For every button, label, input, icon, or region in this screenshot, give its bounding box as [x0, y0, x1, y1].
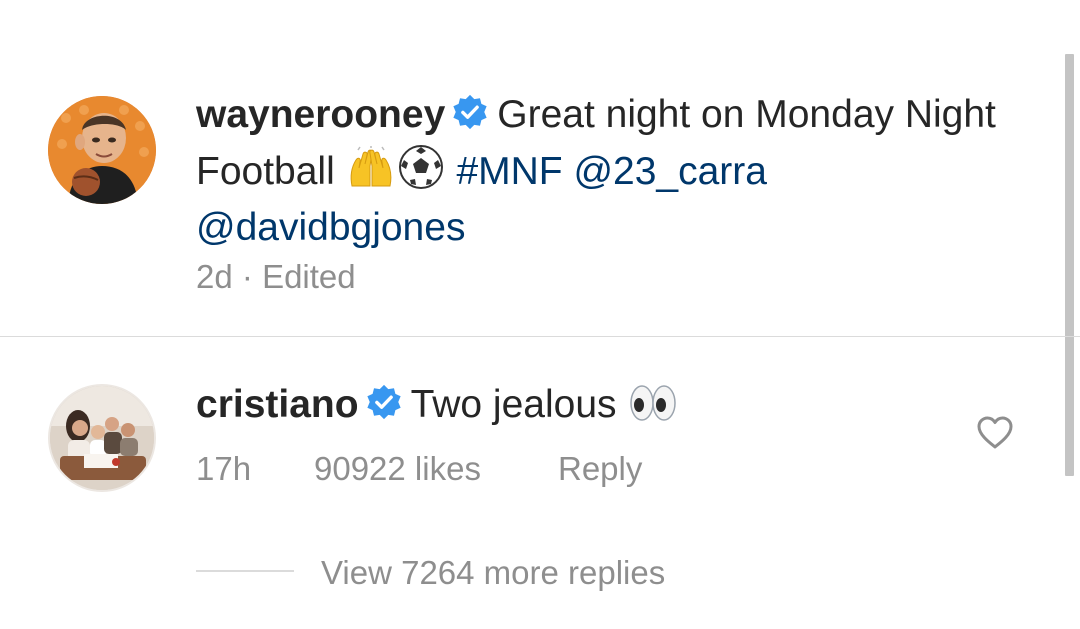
comment-time: 17h	[196, 450, 252, 487]
post-meta: 2d · Edited	[196, 258, 356, 296]
avatar-waynerooney[interactable]	[48, 96, 156, 204]
avatar-cristiano[interactable]	[48, 384, 156, 492]
post-username[interactable]: waynerooney	[196, 93, 445, 136]
edited-label: Edited	[262, 258, 356, 295]
post-caption: waynerooney Great night on Monday Night F…	[0, 0, 1062, 337]
verified-badge-icon	[365, 383, 403, 434]
replies-line	[196, 570, 294, 572]
hashtag-link[interactable]: #MNF	[456, 150, 562, 193]
comment-meta: 17h 90922 likes Reply	[196, 450, 642, 488]
heart-icon[interactable]	[976, 415, 1014, 451]
mention-link[interactable]: @davidbgjones	[196, 206, 465, 249]
eyes-icon	[629, 383, 677, 436]
view-replies-button[interactable]: View 7264 more replies	[321, 554, 665, 592]
comment-text: cristiano Two jealous	[196, 380, 679, 436]
divider	[0, 336, 1080, 337]
mention-link[interactable]: @23_carra	[573, 150, 767, 193]
scrollbar[interactable]	[1065, 54, 1074, 476]
likes-count[interactable]: 90922 likes	[314, 450, 558, 488]
post-time: 2d	[196, 258, 233, 295]
verified-badge-icon	[451, 93, 489, 144]
meta-separator: ·	[241, 258, 253, 295]
caption-text: waynerooney Great night on Monday Night F…	[196, 90, 1016, 253]
soccer-ball-icon	[398, 144, 444, 203]
reply-button[interactable]: Reply	[558, 450, 642, 488]
comment-username[interactable]: cristiano	[196, 383, 359, 426]
raising-hands-icon	[348, 145, 394, 203]
comment-body: Two jealous	[410, 383, 617, 426]
